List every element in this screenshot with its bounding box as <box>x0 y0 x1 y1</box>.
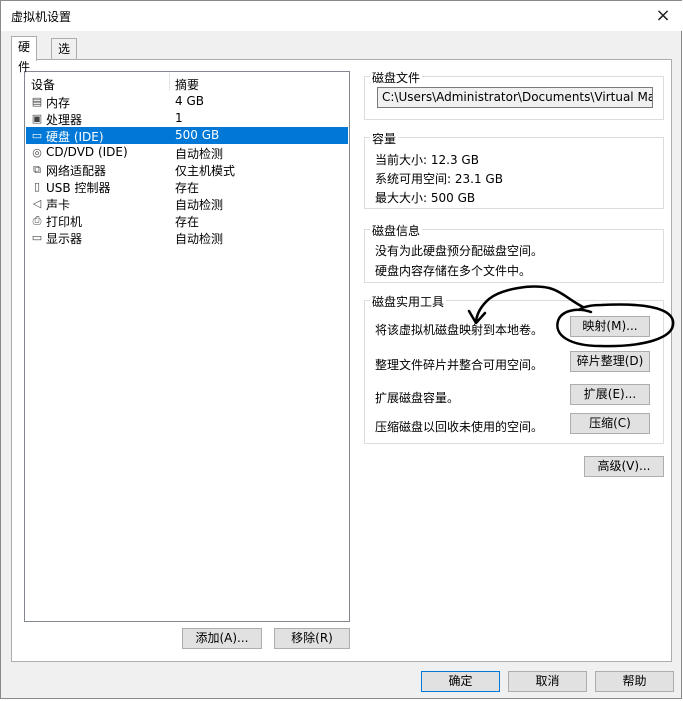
column-separator[interactable] <box>169 73 170 91</box>
disk-file-title: 磁盘文件 <box>370 69 423 86</box>
cancel-button[interactable]: 取消 <box>508 671 587 692</box>
printer-icon: ⎙ <box>32 214 42 227</box>
disk-info-group: 磁盘信息 没有为此硬盘预分配磁盘空间。 硬盘内容存储在多个文件中。 <box>364 222 664 283</box>
map-description: 将该虚拟机磁盘映射到本地卷。 <box>375 323 544 337</box>
device-summary: 500 GB <box>175 128 220 142</box>
device-summary: 存在 <box>175 181 200 195</box>
vm-settings-window: 虚拟机设置 × 硬件 选项 设备 摘要 ▤内存4 GB▣处理器1▭硬盘 (IDE… <box>0 0 682 699</box>
tab-options[interactable]: 选项 <box>51 38 78 76</box>
add-device-button[interactable]: 添加(A)... <box>182 628 262 649</box>
device-summary: 自动检测 <box>175 232 224 246</box>
device-name: CD/DVD (IDE) <box>46 145 128 159</box>
device-name: 硬盘 (IDE) <box>46 130 104 144</box>
current-size-text: 当前大小: 12.3 GB <box>375 153 479 167</box>
device-row[interactable]: ▭ 硬盘 (IDE) 500 GB <box>26 127 348 144</box>
ok-button[interactable]: 确定 <box>421 671 500 692</box>
remove-device-button[interactable]: 移除(R) <box>274 628 350 649</box>
device-summary: 自动检测 <box>175 147 224 161</box>
sound-card-icon: ◁ <box>32 197 42 210</box>
device-list-header: 设备 摘要 <box>25 72 349 93</box>
column-header-summary[interactable]: 摘要 <box>175 76 199 93</box>
compact-button[interactable]: 压缩(C) <box>570 413 650 434</box>
device-summary: 4 GB <box>175 94 204 108</box>
cd-dvd-icon: ◎ <box>32 146 42 159</box>
display-icon: ▭ <box>31 231 43 244</box>
device-row[interactable]: ◎ CD/DVD (IDE) 自动检测 <box>26 144 348 161</box>
device-name: 处理器 <box>46 113 83 127</box>
device-row[interactable]: ◁ 声卡 自动检测 <box>26 195 348 212</box>
device-summary: 存在 <box>175 215 200 229</box>
defrag-description: 整理文件碎片并整合可用空间。 <box>375 358 544 372</box>
device-row[interactable]: ▣ 处理器 1 <box>26 110 348 127</box>
usb-controller-icon: ▯ <box>33 180 41 193</box>
disk-file-group: 磁盘文件 C:\Users\Administrator\Documents\Vi… <box>364 69 664 120</box>
disk-utilities-group: 磁盘实用工具 将该虚拟机磁盘映射到本地卷。 映射(M)... 整理文件碎片并整合… <box>364 293 664 444</box>
column-header-device[interactable]: 设备 <box>31 76 55 93</box>
device-name: USB 控制器 <box>46 181 111 195</box>
device-row[interactable]: ▯ USB 控制器 存在 <box>26 178 348 195</box>
disk-info-line-2: 硬盘内容存储在多个文件中。 <box>375 264 532 278</box>
expand-button[interactable]: 扩展(E)... <box>570 384 650 405</box>
device-name: 声卡 <box>46 198 71 212</box>
memory-icon: ▤ <box>31 95 43 108</box>
device-name: 打印机 <box>46 215 83 229</box>
title-bar: 虚拟机设置 × <box>1 1 682 31</box>
advanced-button[interactable]: 高级(V)... <box>584 456 664 477</box>
device-summary: 自动检测 <box>175 198 224 212</box>
network-adapter-icon: ⧉ <box>33 163 41 176</box>
window-title: 虚拟机设置 <box>11 10 72 24</box>
device-row[interactable]: ⎙ 打印机 存在 <box>26 212 348 229</box>
capacity-group: 容量 当前大小: 12.3 GB 系统可用空间: 23.1 GB 最大大小: 5… <box>364 130 664 209</box>
hard-disk-icon: ▭ <box>31 129 43 142</box>
disk-utilities-title: 磁盘实用工具 <box>370 293 447 310</box>
capacity-title: 容量 <box>370 130 399 147</box>
device-name: 内存 <box>46 96 71 110</box>
defragment-button[interactable]: 碎片整理(D) <box>570 351 650 372</box>
disk-info-line-1: 没有为此硬盘预分配磁盘空间。 <box>375 244 544 258</box>
device-list[interactable]: 设备 摘要 ▤ 内存 4 GB ▣ 处理器 1 ▭ 硬盘 (IDE) 500 GB ◎ CD/DVD… <box>24 71 350 622</box>
available-space-text: 系统可用空间: 23.1 GB <box>375 172 503 186</box>
device-summary: 仅主机模式 <box>175 164 236 178</box>
disk-file-path-field[interactable]: C:\Users\Administrator\Documents\Virtual… <box>377 87 653 108</box>
tab-hardware[interactable]: 硬件 <box>11 36 38 74</box>
help-button[interactable]: 帮助 <box>595 671 674 692</box>
max-size-text: 最大大小: 500 GB <box>375 191 476 205</box>
compact-description: 压缩磁盘以回收未使用的空间。 <box>375 420 544 434</box>
map-button[interactable]: 映射(M)... <box>570 316 650 337</box>
close-button[interactable]: × <box>652 5 674 27</box>
device-row[interactable]: ▤ 内存 4 GB <box>26 93 348 110</box>
expand-description: 扩展磁盘容量。 <box>375 391 460 405</box>
device-row[interactable]: ▭ 显示器 自动检测 <box>26 229 348 246</box>
device-name: 网络适配器 <box>46 164 107 178</box>
disk-info-title: 磁盘信息 <box>370 222 423 239</box>
device-row[interactable]: ⧉ 网络适配器 仅主机模式 <box>26 161 348 178</box>
processor-icon: ▣ <box>31 112 43 125</box>
device-name: 显示器 <box>46 232 83 246</box>
device-summary: 1 <box>175 111 183 125</box>
hardware-panel: 设备 摘要 ▤ 内存 4 GB ▣ 处理器 1 ▭ 硬盘 (IDE) 500 GB ◎ CD/DVD… <box>11 59 672 662</box>
